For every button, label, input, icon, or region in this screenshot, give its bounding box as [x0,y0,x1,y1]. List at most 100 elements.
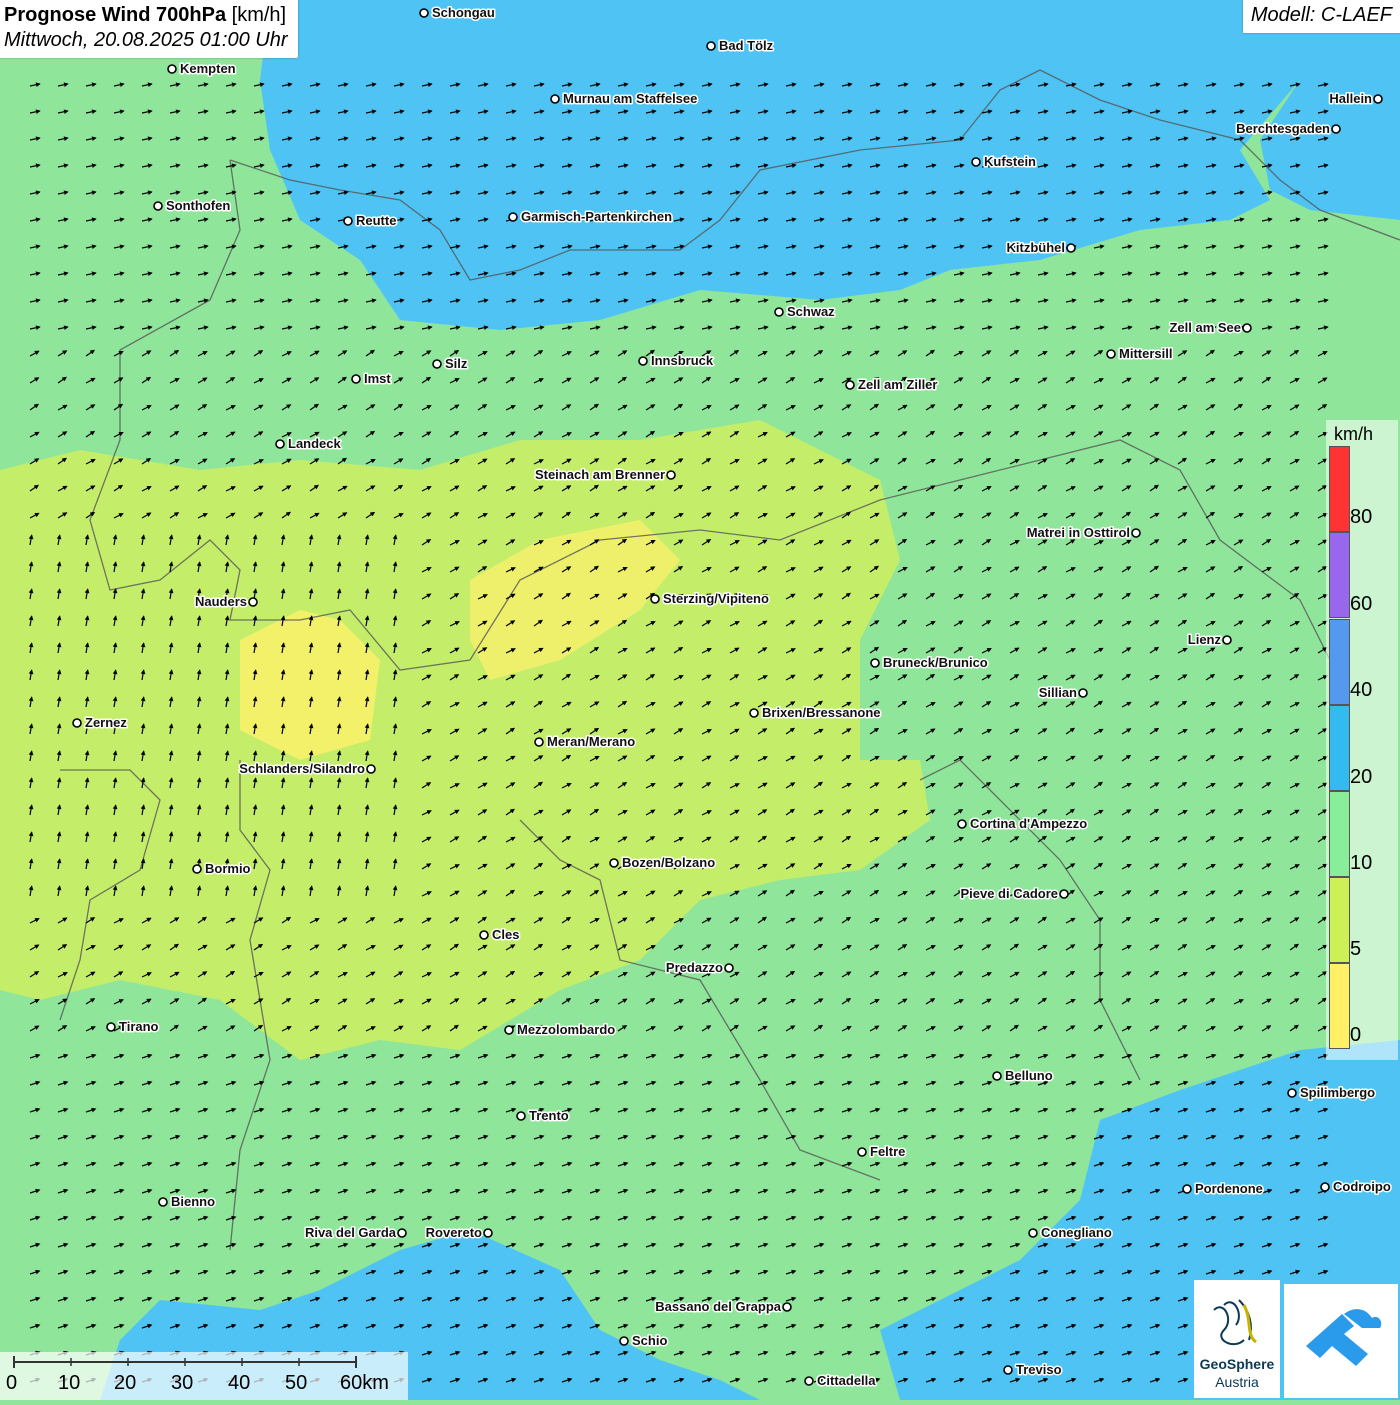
city-dot-icon [845,380,855,390]
city-marker: Meran/Merano [534,733,637,751]
city-label: Cles [492,927,519,942]
city-dot-icon [870,658,880,668]
city-dot-icon [1320,1182,1330,1192]
city-label: Bad Tölz [719,38,774,53]
city-dot-icon [248,597,258,607]
city-label: Kempten [180,61,236,76]
city-dot-icon [504,1025,514,1035]
city-dot-icon [804,1376,814,1386]
logo-line1: GeoSphere [1199,1356,1275,1372]
city-label: Predazzo [666,960,723,975]
city-dot-icon [343,216,353,226]
legend-tick-label: 5 [1350,938,1362,960]
city-label: Meran/Merano [547,734,635,749]
scale-label: 60km [340,1372,389,1394]
scale-label: 40 [228,1372,251,1394]
city-marker: Bozen/Bolzano [609,854,717,872]
legend-color-0 [1329,446,1350,532]
legend-color-2 [1329,619,1350,705]
legend-tick-label: 10 [1350,852,1373,874]
city-dot-icon [275,439,285,449]
city-dot-icon [638,356,648,366]
city-dot-icon [650,594,660,604]
city-label: Treviso [1016,1362,1062,1377]
city-dot-icon [366,764,376,774]
city-label: Cittadella [817,1373,876,1388]
city-dot-icon [158,1197,168,1207]
city-dot-icon [351,374,361,384]
city-label: Murnau am Staffelsee [563,91,697,106]
city-dot-icon [106,1022,116,1032]
city-label: Hallein [1329,91,1372,106]
city-marker: Cortina d'Ampezzo [957,815,1089,833]
city-label: Rovereto [426,1225,482,1240]
city-label: Steinach am Brenner [535,467,665,482]
city-marker: Garmisch-Partenkirchen [508,208,674,226]
city-dot-icon [706,41,716,51]
city-dot-icon [534,737,544,747]
city-label: Spilimbergo [1300,1085,1375,1100]
city-label: Belluno [1005,1068,1053,1083]
city-dot-icon [192,864,202,874]
city-label: Sonthofen [166,198,230,213]
city-label: Conegliano [1041,1225,1112,1240]
city-label: Zernez [85,715,127,730]
app-logo-icon [1306,1309,1382,1366]
city-label: Brixen/Bressanone [762,705,881,720]
city-dot-icon [1373,94,1383,104]
legend-color-1 [1329,532,1350,618]
scale-label: 30 [171,1372,194,1394]
city-marker: Conegliano [1028,1224,1113,1242]
city-dot-icon [782,1302,792,1312]
legend-tick-label: 60 [1350,593,1373,615]
city-label: Schwaz [787,304,835,319]
city-marker: Murnau am Staffelsee [550,90,699,108]
city-label: Riva del Garda [305,1225,397,1240]
city-marker: Kitzbühel [1005,239,1076,257]
scale-label: 0 [6,1372,18,1394]
city-marker: Sonthofen [153,197,232,215]
city-label: Feltre [870,1144,905,1159]
city-marker: Steinach am Brenner [533,466,676,484]
city-dot-icon [774,307,784,317]
title-box: Prognose Wind 700hPa [km/h] Mittwoch, 20… [0,0,298,58]
scale-label: 50 [285,1372,308,1394]
city-marker: Innsbruck [638,352,715,370]
city-dot-icon [1287,1088,1297,1098]
city-dot-icon [516,1111,526,1121]
model-label: Modell: C-LAEF [1242,0,1400,33]
city-dot-icon [857,1147,867,1157]
legend-tick-label: 80 [1350,506,1373,528]
city-label: Zell am See [1169,320,1241,335]
city-label: Bienno [171,1194,215,1209]
city-label: Reutte [356,213,396,228]
city-dot-icon [483,1228,493,1238]
city-dot-icon [619,1336,629,1346]
scale-label: 10 [58,1372,81,1394]
city-dot-icon [1003,1365,1013,1375]
city-label: Sterzing/Vipiteno [663,591,769,606]
city-dot-icon [1106,349,1116,359]
city-dot-icon [1066,243,1076,253]
city-label: Innsbruck [651,353,714,368]
city-dot-icon [167,64,177,74]
legend-color-6 [1329,963,1350,1049]
city-dot-icon [153,201,163,211]
city-label: Zell am Ziller [858,377,937,392]
legend-unit: km/h [1334,424,1374,444]
city-dot-icon [508,212,518,222]
city-label: Berchtesgaden [1236,121,1330,136]
legend-color-5 [1329,877,1350,963]
map-title: Prognose Wind 700hPa [km/h] [4,4,287,26]
city-dot-icon [957,819,967,829]
city-label: Schongau [432,5,495,20]
city-marker: Schongau [419,4,496,22]
legend-color-3 [1329,705,1350,791]
city-label: Pieve di Cadore [960,886,1058,901]
city-dot-icon [992,1071,1002,1081]
city-dot-icon [397,1228,407,1238]
city-label: Bormio [205,861,251,876]
city-dot-icon [971,157,981,167]
city-marker: Pordenone [1182,1180,1264,1198]
city-dot-icon [1182,1184,1192,1194]
